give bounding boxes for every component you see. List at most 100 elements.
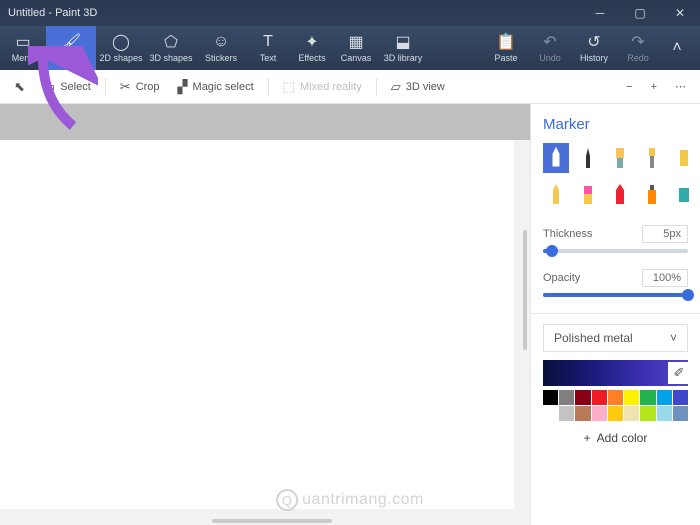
current-color[interactable] (543, 360, 688, 386)
tab-label: Effects (298, 53, 325, 63)
brush-pixel[interactable] (671, 143, 697, 173)
library-icon: ⬓ (395, 33, 410, 51)
paste-button[interactable]: 📋 Paste (484, 26, 528, 70)
brush-spray[interactable] (639, 179, 665, 209)
tab-3d-library[interactable]: ⬓ 3D library (378, 26, 428, 70)
maximize-button[interactable]: ▢ (620, 0, 660, 26)
color-swatch[interactable] (624, 406, 639, 421)
brush-marker[interactable] (543, 143, 569, 173)
close-button[interactable]: ✕ (660, 0, 700, 26)
thickness-input[interactable]: 5px (642, 225, 688, 243)
brush-calligraphy[interactable] (575, 143, 601, 173)
tab-canvas[interactable]: ▦ Canvas (334, 26, 378, 70)
tab-label: History (580, 53, 608, 63)
brush-fill[interactable] (671, 179, 697, 209)
magic-icon: ▞ (178, 79, 188, 95)
canvas-background (0, 104, 530, 140)
opacity-row: Opacity 100% (543, 269, 688, 287)
eyedropper-button[interactable]: ✐ (668, 362, 690, 384)
canvas[interactable] (0, 140, 514, 509)
color-swatch[interactable] (575, 390, 590, 405)
3d-view-tool[interactable]: ▱3D view (385, 73, 451, 101)
color-swatch[interactable] (673, 390, 688, 405)
color-swatch[interactable] (640, 390, 655, 405)
menu-button[interactable]: ▭ Menu (0, 26, 46, 70)
opacity-input[interactable]: 100% (642, 269, 688, 287)
canvas-workspace[interactable] (0, 104, 530, 525)
tab-label: Text (260, 53, 277, 63)
zoom-out-button[interactable]: − (620, 73, 638, 101)
separator (376, 78, 377, 96)
redo-button[interactable]: ↷ Redo (616, 26, 660, 70)
tab-3d-shapes[interactable]: ⬠ 3D shapes (146, 26, 196, 70)
color-swatch[interactable] (608, 406, 623, 421)
mixed-reality-tool[interactable]: ⬚Mixed reality (277, 73, 368, 101)
zoom-in-button[interactable]: + (645, 73, 663, 101)
tab-brushes[interactable]: 🖌 Brushes (46, 26, 96, 70)
material-dropdown[interactable]: Polished metal ˅ (543, 324, 688, 352)
pointer-tool[interactable]: ⬉ (8, 73, 31, 101)
select-tool[interactable]: ▭Select (37, 73, 97, 101)
undo-button[interactable]: ↶ Undo (528, 26, 572, 70)
color-swatch[interactable] (543, 390, 558, 405)
brush-crayon[interactable] (607, 179, 633, 209)
brush-oil[interactable] (607, 143, 633, 173)
thickness-slider[interactable] (543, 249, 688, 253)
color-swatch[interactable] (559, 390, 574, 405)
color-swatch[interactable] (575, 406, 590, 421)
tool-label: 3D view (406, 81, 445, 93)
minimize-button[interactable]: ─ (580, 0, 620, 26)
color-swatch[interactable] (608, 390, 623, 405)
tab-label: Paste (494, 53, 517, 63)
watermark: Q uantrimang.com (276, 489, 424, 511)
opacity-slider[interactable] (543, 293, 688, 297)
tab-effects[interactable]: ✦ Effects (290, 26, 334, 70)
color-swatch[interactable] (657, 390, 672, 405)
add-color-label: Add color (597, 431, 648, 445)
tab-stickers[interactable]: ☺ Stickers (196, 26, 246, 70)
crop-icon: ✂ (120, 79, 131, 95)
horizontal-scrollbar[interactable] (212, 519, 332, 523)
window-title: Untitled - Paint 3D (8, 7, 97, 19)
color-swatch[interactable] (592, 406, 607, 421)
tab-label: Stickers (205, 53, 237, 63)
vertical-scrollbar[interactable] (523, 230, 527, 350)
brush-pencil[interactable] (543, 179, 569, 209)
effects-icon: ✦ (305, 33, 318, 51)
separator (268, 78, 269, 96)
tab-2d-shapes[interactable]: ◯ 2D shapes (96, 26, 146, 70)
paste-icon: 📋 (496, 33, 516, 51)
chevron-down-icon: ˅ (670, 331, 677, 345)
pointer-icon: ⬉ (14, 79, 25, 95)
color-swatch[interactable] (657, 406, 672, 421)
tab-label: Brushes (54, 53, 87, 63)
collapse-ribbon-button[interactable]: ˄ (660, 26, 694, 70)
tab-label: 2D shapes (99, 53, 142, 63)
history-icon: ↺ (587, 33, 600, 51)
history-button[interactable]: ↺ History (572, 26, 616, 70)
tool-label: Mixed reality (300, 81, 362, 93)
watermark-logo: Q (276, 489, 298, 511)
shapes-2d-icon: ◯ (112, 33, 130, 51)
more-button[interactable]: ⋯ (669, 73, 692, 101)
magic-select-tool[interactable]: ▞Magic select (172, 73, 260, 101)
shapes-3d-icon: ⬠ (164, 33, 178, 51)
tab-label: Canvas (341, 53, 372, 63)
color-swatches (543, 390, 688, 421)
tab-label: 3D library (384, 53, 423, 63)
color-swatch[interactable] (673, 406, 688, 421)
color-swatch[interactable] (559, 406, 574, 421)
tab-text[interactable]: T Text (246, 26, 290, 70)
brush-picker (543, 143, 688, 209)
brush-watercolor[interactable] (639, 143, 665, 173)
brush-eraser[interactable] (575, 179, 601, 209)
thickness-row: Thickness 5px (543, 225, 688, 243)
color-swatch[interactable] (640, 406, 655, 421)
tab-label: Undo (539, 53, 561, 63)
crop-tool[interactable]: ✂Crop (114, 73, 166, 101)
color-swatch[interactable] (624, 390, 639, 405)
add-color-button[interactable]: + Add color (543, 421, 688, 445)
color-swatch[interactable] (592, 390, 607, 405)
watermark-text: uantrimang.com (302, 491, 424, 509)
color-swatch[interactable] (543, 406, 558, 421)
